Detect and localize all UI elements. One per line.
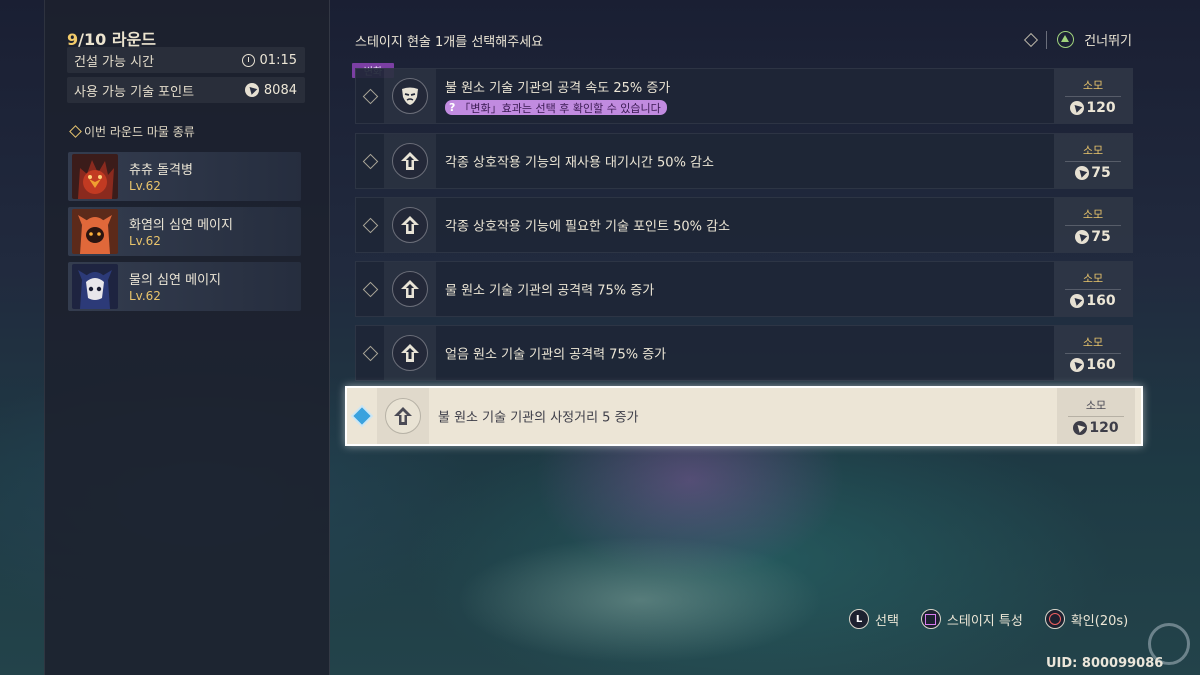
tech-points-label: 사용 가능 기술 포인트 (74, 84, 195, 100)
cost-value: 120 (1086, 99, 1116, 116)
square-button-icon (920, 609, 941, 629)
monster-card-pyro-abyss-mage[interactable]: 화염의 심연 메이지 Lv.62 (68, 207, 301, 256)
cost-cell: 소모 120 (1057, 388, 1135, 444)
circle-button-icon (1044, 609, 1065, 629)
stage-traits-hint[interactable]: 스테이지 특성 (920, 609, 1023, 629)
mask-icon (392, 78, 428, 114)
select-diamond-icon (362, 345, 378, 361)
option-text: 불 원소 기술 기관의 사정거리 5 증가 (438, 410, 639, 426)
controller-hints: L 선택 스테이지 특성 확인(20s) (849, 609, 1128, 629)
monster-level: Lv.62 (129, 234, 161, 248)
option-card-1[interactable]: 불 원소 기술 기관의 공격 속도 25% 증가 ? 「변화」효과는 선택 후 확… (355, 68, 1133, 124)
tech-points-value: 8084 (263, 82, 297, 98)
select-diamond-icon (362, 153, 378, 169)
tech-point-icon (1070, 293, 1085, 308)
cost-cell: 소모 160 (1054, 326, 1132, 380)
skip-label: 건너뛰기 (1084, 34, 1132, 49)
l-stick-icon: L (849, 609, 869, 629)
option-text: 각종 상호작용 기능의 재사용 대기시간 50% 감소 (445, 155, 714, 171)
up-arrow-icon (392, 335, 428, 371)
tech-point-icon (1070, 357, 1085, 372)
monster-name: 물의 심연 메이지 (129, 273, 221, 288)
triangle-button-icon (1057, 31, 1075, 48)
cost-value: 75 (1091, 228, 1111, 245)
option-card-6-selected[interactable]: 불 원소 기술 기관의 사정거리 5 증가 소모 120 (345, 386, 1143, 446)
pyro-abyss-mage-portrait (72, 209, 118, 254)
build-time-value: 01:15 (259, 52, 297, 68)
select-diamond-icon (362, 217, 378, 233)
chuchu-portrait (72, 154, 118, 199)
cost-cell: 소모 75 (1054, 134, 1132, 188)
select-hint[interactable]: L 선택 (849, 609, 899, 629)
build-time-label: 건설 가능 시간 (74, 54, 155, 70)
tech-point-icon (244, 83, 259, 97)
uid-label: UID: 800099086 (1046, 656, 1164, 671)
cost-cell: 소모 120 (1054, 69, 1132, 123)
tech-point-icon (1075, 165, 1090, 180)
monster-name: 츄츄 돌격병 (129, 163, 193, 178)
monster-level: Lv.62 (129, 289, 161, 303)
confirm-hint[interactable]: 확인(20s) (1044, 609, 1128, 629)
clock-icon (241, 53, 255, 67)
cost-value: 160 (1086, 292, 1116, 309)
up-arrow-icon (392, 271, 428, 307)
up-arrow-icon (392, 207, 428, 243)
option-card-3[interactable]: 각종 상호작용 기능에 필요한 기술 포인트 50% 감소 소모 75 (355, 197, 1133, 253)
select-diamond-icon (362, 88, 378, 104)
selected-diamond-icon (353, 407, 371, 425)
change-hint-badge: ? 「변화」효과는 선택 후 확인할 수 있습니다 (445, 100, 667, 115)
build-time-row: 건설 가능 시간 01:15 (67, 47, 305, 73)
select-diamond-icon (362, 281, 378, 297)
cost-value: 120 (1089, 419, 1119, 436)
monster-card-hydro-abyss-mage[interactable]: 물의 심연 메이지 Lv.62 (68, 262, 301, 311)
cost-cell: 소모 75 (1054, 198, 1132, 252)
diamond-icon (69, 125, 82, 138)
instruction-text: 스테이지 현술 1개를 선택해주세요 (355, 35, 544, 50)
option-text: 얼음 원소 기술 기관의 공격력 75% 증가 (445, 347, 667, 363)
tech-point-icon (1075, 229, 1090, 244)
option-card-4[interactable]: 물 원소 기술 기관의 공격력 75% 증가 소모 160 (355, 261, 1133, 317)
hydro-abyss-mage-portrait (72, 264, 118, 309)
option-card-5[interactable]: 얼음 원소 기술 기관의 공격력 75% 증가 소모 160 (355, 325, 1133, 381)
tech-point-icon (1070, 100, 1085, 115)
monster-level: Lv.62 (129, 179, 161, 193)
monster-card-chuchu[interactable]: 츄츄 돌격병 Lv.62 (68, 152, 301, 201)
option-card-2[interactable]: 각종 상호작용 기능의 재사용 대기시간 50% 감소 소모 75 (355, 133, 1133, 189)
diamond-icon (1024, 32, 1039, 47)
round-info-panel: 9/10 라운드 건설 가능 시간 01:15 사용 가능 기술 포인트 808… (44, 0, 330, 675)
monster-list-header: 이번 라운드 마물 종류 (69, 123, 195, 140)
tech-point-icon (1073, 420, 1088, 435)
cost-value: 160 (1086, 356, 1116, 373)
skip-button[interactable]: 건너뛰기 (1024, 30, 1132, 49)
option-text: 각종 상호작용 기능에 필요한 기술 포인트 50% 감소 (445, 219, 731, 235)
up-arrow-icon (385, 398, 421, 434)
monster-name: 화염의 심연 메이지 (129, 218, 233, 233)
option-text: 불 원소 기술 기관의 공격 속도 25% 증가 (445, 81, 671, 96)
option-text: 물 원소 기술 기관의 공격력 75% 증가 (445, 283, 655, 299)
cost-value: 75 (1091, 164, 1111, 181)
up-arrow-icon (392, 143, 428, 179)
cost-cell: 소모 160 (1054, 262, 1132, 316)
tech-points-row: 사용 가능 기술 포인트 8084 (67, 77, 305, 103)
